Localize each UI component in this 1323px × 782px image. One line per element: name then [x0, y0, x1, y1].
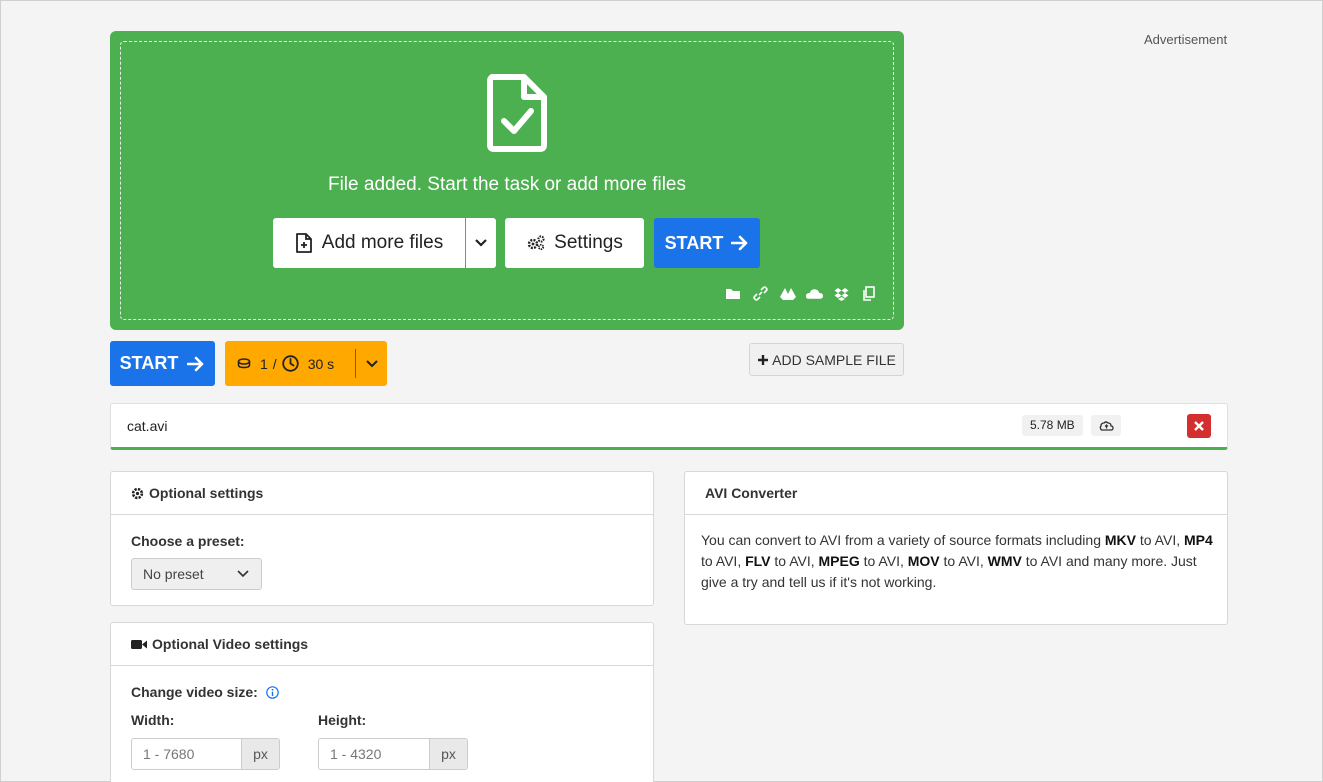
clock-icon: [281, 355, 299, 372]
arrow-right-icon: [731, 235, 748, 251]
coins-icon: [237, 358, 251, 369]
credits-dropdown[interactable]: [356, 359, 387, 368]
preset-label: Choose a preset:: [131, 533, 245, 549]
video-size-label-row: Change video size:: [131, 684, 279, 700]
file-size-badge: 5.78 MB: [1022, 415, 1083, 436]
width-placeholder: 1 - 7680: [143, 746, 195, 762]
avi-converter-title: AVI Converter: [705, 485, 798, 501]
optional-settings-panel: Optional settings Choose a preset: No pr…: [110, 471, 654, 606]
height-placeholder: 1 - 4320: [330, 746, 382, 762]
add-more-dropdown-button[interactable]: [466, 218, 496, 268]
height-unit: px: [429, 739, 467, 769]
preset-value: No preset: [143, 566, 204, 582]
chevron-down-icon: [365, 359, 378, 367]
plus-icon: [758, 354, 769, 365]
advertisement-label: Advertisement: [1144, 32, 1228, 47]
file-check-icon: [487, 74, 547, 152]
file-list-item: cat.avi 5.78 MB: [110, 403, 1228, 450]
height-input[interactable]: 1 - 4320 px: [318, 738, 468, 770]
file-source-icons: [725, 286, 877, 301]
gear-icon: [131, 487, 144, 499]
file-name: cat.avi: [127, 418, 168, 434]
start-conversion-button[interactable]: START: [110, 341, 215, 386]
chevron-down-icon: [237, 570, 249, 578]
optional-settings-title: Optional settings: [149, 485, 264, 501]
chevron-down-icon: [475, 239, 487, 247]
video-settings-title: Optional Video settings: [152, 636, 309, 652]
width-input[interactable]: 1 - 7680 px: [131, 738, 280, 770]
remove-file-button[interactable]: [1187, 414, 1211, 438]
credits-info: 1 / 30 s: [225, 355, 355, 372]
start-label: START: [664, 232, 724, 253]
video-settings-header: Optional Video settings: [111, 623, 653, 666]
arrow-right-icon: [187, 356, 204, 371]
clipboard-icon[interactable]: [860, 286, 877, 301]
optional-video-settings-panel: Optional Video settings Change video siz…: [110, 622, 654, 782]
preset-select[interactable]: No preset: [131, 558, 262, 590]
optional-settings-header: Optional settings: [111, 472, 653, 515]
settings-label: Settings: [554, 232, 623, 253]
credits-button[interactable]: 1 / 30 s: [225, 341, 387, 386]
width-unit: px: [241, 739, 279, 769]
credits-separator: /: [272, 355, 277, 372]
cloud-upload-icon: [1099, 420, 1114, 431]
close-icon: [1194, 421, 1204, 431]
google-drive-icon[interactable]: [779, 286, 796, 301]
add-more-files-label: Add more files: [321, 232, 444, 253]
width-label: Width:: [131, 712, 175, 728]
height-label: Height:: [318, 712, 367, 728]
onedrive-icon[interactable]: [806, 286, 823, 301]
video-size-label: Change video size:: [131, 684, 258, 700]
video-camera-icon: [131, 639, 147, 649]
upload-dropzone[interactable]: File added. Start the task or add more f…: [110, 31, 904, 330]
dropbox-icon[interactable]: [833, 286, 850, 301]
credits-time: 30 s: [307, 355, 335, 372]
upload-status-message: File added. Start the task or add more f…: [327, 174, 686, 195]
start-conversion-label: START: [119, 353, 179, 373]
avi-converter-panel: AVI Converter You can convert to AVI fro…: [684, 471, 1228, 625]
folder-icon[interactable]: [725, 286, 742, 301]
file-plus-icon: [295, 233, 312, 253]
settings-button[interactable]: Settings: [505, 218, 644, 268]
file-upload-status[interactable]: [1091, 415, 1121, 436]
add-sample-file-button[interactable]: ADD SAMPLE FILE: [749, 343, 904, 376]
credits-count: 1: [260, 355, 268, 372]
start-button[interactable]: START: [654, 218, 760, 268]
add-sample-file-label: ADD SAMPLE FILE: [772, 351, 896, 368]
link-icon[interactable]: [752, 286, 769, 301]
add-more-files-button[interactable]: Add more files: [273, 218, 465, 268]
dropzone-border: File added. Start the task or add more f…: [120, 41, 894, 320]
avi-converter-header: AVI Converter: [685, 472, 1227, 515]
avi-converter-description: You can convert to AVI from a variety of…: [701, 532, 1213, 590]
gears-icon: [527, 235, 545, 251]
info-icon[interactable]: [265, 686, 279, 699]
